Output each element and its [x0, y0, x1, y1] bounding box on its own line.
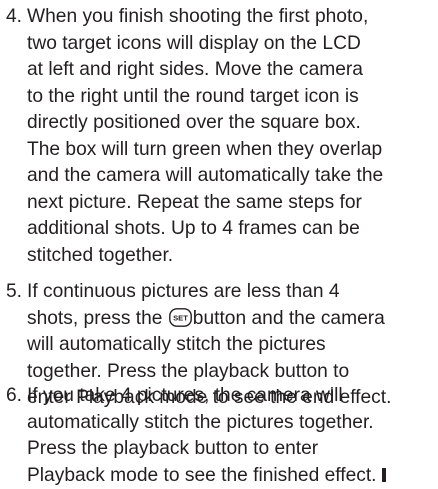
- text-line: The box will turn green when they overla…: [27, 137, 435, 164]
- text-line: automatically stitch the pictures togeth…: [27, 410, 435, 437]
- text-fragment: shots, press the: [27, 308, 162, 329]
- instruction-page: 4. When you finish shooting the first ph…: [0, 0, 438, 485]
- text-line: next picture. Repeat the same steps for: [27, 190, 435, 217]
- step-number: 5.: [0, 279, 22, 306]
- step-text: If you take 4 pictures, the camera will …: [27, 383, 435, 489]
- set-button-label: SET: [173, 313, 188, 322]
- text-line: additional shots. Up to 4 frames can be: [27, 216, 435, 243]
- text-fragment: Playback mode to see the finished effect…: [27, 465, 377, 486]
- text-line: If continuous pictures are less than 4: [27, 279, 435, 306]
- text-line: When you finish shooting the first photo…: [27, 4, 435, 31]
- step-number: 6.: [0, 383, 22, 410]
- text-fragment: button and the camera: [193, 308, 385, 329]
- text-line: at left and right sides. Move the camera: [27, 57, 435, 84]
- text-line: together. Press the playback button to: [27, 359, 435, 386]
- set-button-icon: SET: [169, 308, 192, 327]
- text-line: to the right until the round target icon…: [27, 84, 435, 111]
- text-line: two target icons will display on the LCD: [27, 31, 435, 58]
- text-line: stitched together.: [27, 243, 435, 270]
- text-line: Press the playback button to enter: [27, 436, 435, 463]
- end-of-section-marker: [382, 468, 386, 482]
- text-line: Playback mode to see the finished effect…: [27, 463, 435, 489]
- text-line: directly positioned over the square box.: [27, 110, 435, 137]
- text-line: and the camera will automatically take t…: [27, 163, 435, 190]
- text-line: If you take 4 pictures, the camera will: [27, 383, 435, 410]
- step-text: When you finish shooting the first photo…: [27, 4, 435, 269]
- step-number: 4.: [0, 4, 22, 31]
- text-line: will automatically stitch the pictures: [27, 332, 435, 359]
- text-line-with-icon: shots, press the SET button and the came…: [27, 306, 435, 333]
